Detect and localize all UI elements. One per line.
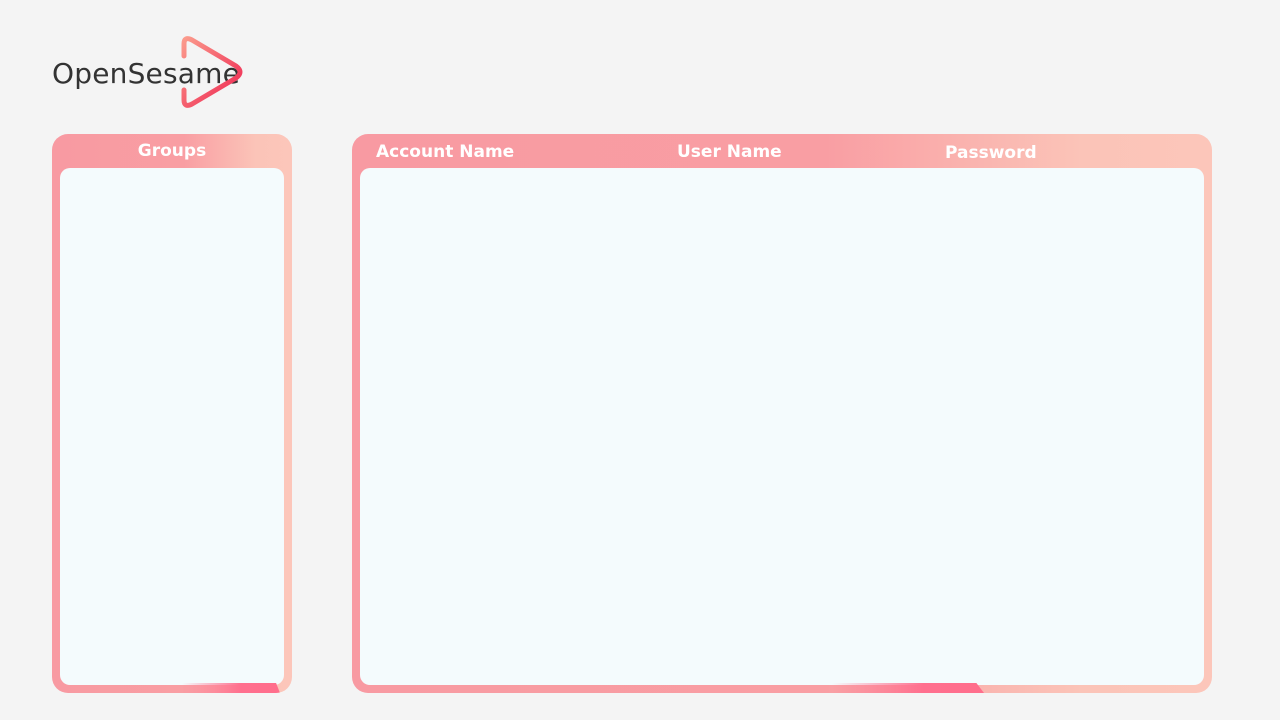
column-header-account-name[interactable]: Account Name xyxy=(376,140,514,164)
accounts-panel: Account Name User Name Password xyxy=(352,134,1212,693)
accounts-table-body[interactable] xyxy=(360,168,1204,685)
column-header-user-name[interactable]: User Name xyxy=(677,140,782,164)
panel-accent xyxy=(832,683,984,693)
groups-list[interactable] xyxy=(60,168,284,685)
app-window: OpenSesame Groups Account Name User Name… xyxy=(0,0,1280,720)
panel-accent xyxy=(182,683,280,693)
play-triangle-icon xyxy=(181,36,243,108)
column-header-password[interactable]: Password xyxy=(945,141,1037,165)
logo: OpenSesame xyxy=(52,34,252,114)
groups-header: Groups xyxy=(137,141,207,161)
groups-panel: Groups xyxy=(52,134,292,693)
